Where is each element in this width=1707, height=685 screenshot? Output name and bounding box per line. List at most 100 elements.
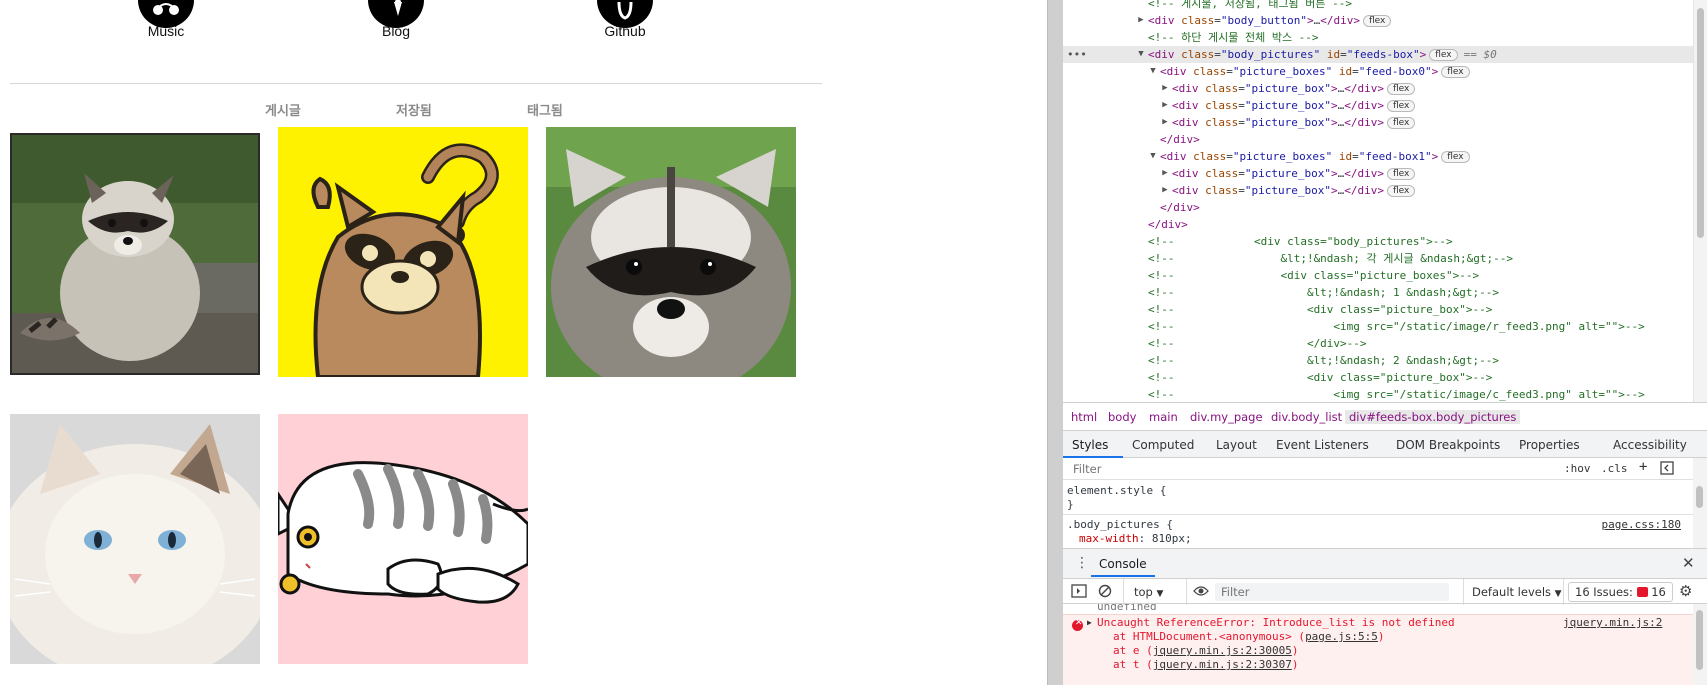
tab-posts[interactable]: 게시글	[265, 100, 301, 119]
picture-box[interactable]	[278, 414, 528, 664]
dom-element-node[interactable]: ▼ <div class="picture_boxes" id="feed-box…	[1063, 148, 1693, 165]
elements-scrollbar[interactable]	[1693, 0, 1707, 402]
clear-console-icon[interactable]	[1098, 584, 1112, 601]
dom-comment-node[interactable]: <!-- &lt;!&ndash; 2 &ndash;&gt;-->	[1063, 352, 1693, 369]
dom-comment-node[interactable]: <!-- 게시물, 저장됨, 태그됨 버튼 -->	[1063, 0, 1693, 12]
console-scrollbar[interactable]	[1693, 604, 1707, 685]
live-expression-eye-icon[interactable]	[1193, 585, 1209, 600]
flex-badge[interactable]: flex	[1429, 49, 1458, 61]
stack-frame-link[interactable]: jquery.min.js:2:30307	[1153, 658, 1292, 671]
dom-comment-node[interactable]: <!-- <div class="picture_box">-->	[1063, 301, 1693, 318]
expand-triangle-icon[interactable]: ▶	[1160, 80, 1170, 97]
dom-element-node[interactable]: ▼ <div class="picture_boxes" id="feed-box…	[1063, 63, 1693, 80]
expand-triangle-icon[interactable]: ▶	[1136, 12, 1146, 29]
breadcrumb-item[interactable]: body	[1108, 410, 1136, 424]
console-filter-input[interactable]	[1215, 583, 1449, 601]
devtools-resize-handle[interactable]	[1047, 0, 1063, 685]
blog-label: Blog	[381, 23, 411, 39]
flex-badge[interactable]: flex	[1441, 151, 1470, 163]
drawer-tab-bar: ⋮ Console ✕	[1063, 548, 1707, 578]
picture-box[interactable]	[10, 414, 260, 664]
dom-comment-node[interactable]: <!-- <div class="body_pictures">-->	[1063, 233, 1693, 250]
tab-computed[interactable]: Computed	[1132, 438, 1194, 452]
dom-closing-tag[interactable]: </div>	[1063, 199, 1693, 216]
dom-comment-node[interactable]: <!-- <img src="/static/image/r_feed3.png…	[1063, 318, 1693, 335]
stack-frame-link[interactable]: jquery.min.js:2:30005	[1153, 644, 1292, 657]
dom-comment-node[interactable]: <!-- <img src="/static/image/c_feed3.png…	[1063, 386, 1693, 402]
stack-frame-link[interactable]: page.js:5:5	[1305, 630, 1378, 643]
collapse-triangle-icon[interactable]: ▼	[1136, 46, 1146, 63]
dom-element-node[interactable]: ••• ▼ <div class="body_pictures" id="feeds…	[1063, 46, 1693, 63]
dom-node-text: <!-- </div>-->	[1148, 337, 1367, 350]
dom-comment-node[interactable]: <!-- &lt;!&ndash; 1 &ndash;&gt;-->	[1063, 284, 1693, 301]
picture-box[interactable]	[278, 127, 528, 377]
show-sidebar-icon[interactable]	[1071, 584, 1087, 601]
tab-dom-breakpoints[interactable]: DOM Breakpoints	[1396, 438, 1500, 452]
add-rule-button[interactable]: +	[1639, 459, 1647, 475]
expand-error-icon[interactable]: ▶	[1087, 618, 1092, 627]
tab-accessibility[interactable]: Accessibility	[1613, 438, 1687, 452]
tab-console[interactable]: Console	[1099, 557, 1147, 571]
dom-comment-node[interactable]: <!-- </div>-->	[1063, 335, 1693, 352]
class-toggle[interactable]: .cls	[1601, 462, 1628, 475]
flex-badge[interactable]: flex	[1386, 168, 1416, 180]
breadcrumb-item[interactable]: html	[1071, 410, 1097, 424]
collapse-triangle-icon[interactable]: ▼	[1148, 63, 1158, 80]
issues-button[interactable]: 16 Issues: 16	[1568, 582, 1673, 602]
rule-source-link[interactable]: page.css:180	[1602, 518, 1681, 531]
hover-state-toggle[interactable]: :hov	[1564, 462, 1591, 475]
devtools-panel: <!-- 게시물, 저장됨, 태그됨 버튼 --> ▶ <div class="bo…	[1063, 0, 1707, 685]
toggle-sidebar-icon[interactable]	[1660, 461, 1674, 478]
flex-badge[interactable]: flex	[1441, 66, 1470, 78]
dom-element-node[interactable]: ▶ <div class="body_button">…</div> flex	[1063, 12, 1693, 29]
picture-box[interactable]	[10, 133, 260, 375]
dom-node-text: <!-- 게시물, 저장됨, 태그됨 버튼 -->	[1148, 0, 1353, 10]
collapse-triangle-icon[interactable]: ▼	[1148, 148, 1158, 165]
breadcrumb-item[interactable]: div.body_list	[1271, 410, 1342, 424]
dom-node-text: </div>	[1160, 133, 1200, 146]
dom-comment-node[interactable]: <!-- &lt;!&ndash; 각 게시글 &ndash;&gt;-->	[1063, 250, 1693, 267]
drawer-menu-icon[interactable]: ⋮	[1075, 556, 1089, 570]
flex-badge[interactable]: flex	[1386, 185, 1416, 197]
rule-declaration[interactable]: max-width: 810px;	[1079, 532, 1192, 545]
expand-triangle-icon[interactable]: ▶	[1160, 114, 1170, 131]
tab-properties[interactable]: Properties	[1519, 438, 1580, 452]
flex-badge[interactable]: flex	[1386, 117, 1416, 129]
expand-triangle-icon[interactable]: ▶	[1160, 182, 1170, 199]
log-levels-dropdown[interactable]: Default levels ▼	[1472, 585, 1562, 599]
dom-closing-tag[interactable]: </div>	[1063, 131, 1693, 148]
tab-styles[interactable]: Styles	[1072, 438, 1108, 452]
node-actions-icon[interactable]: •••	[1067, 46, 1087, 63]
dom-comment-node[interactable]: <!-- <div class="picture_box">-->	[1063, 369, 1693, 386]
styles-scrollbar[interactable]	[1693, 458, 1707, 548]
breadcrumb-item[interactable]: div.my_page	[1190, 410, 1263, 424]
breadcrumb-item[interactable]: main	[1149, 410, 1178, 424]
picture-box[interactable]	[546, 127, 796, 377]
expand-triangle-icon[interactable]: ▶	[1160, 165, 1170, 182]
dom-element-node[interactable]: ▶ <div class="picture_box">…</div> flex	[1063, 97, 1693, 114]
expand-triangle-icon[interactable]: ▶	[1160, 97, 1170, 114]
elements-tree[interactable]: <!-- 게시물, 저장됨, 태그됨 버튼 --> ▶ <div class="bo…	[1063, 0, 1693, 402]
tab-saved[interactable]: 저장됨	[396, 100, 432, 119]
dom-element-node[interactable]: ▶ <div class="picture_box">…</div> flex	[1063, 165, 1693, 182]
console-settings-gear-icon[interactable]: ⚙	[1679, 582, 1692, 600]
tab-event-listeners[interactable]: Event Listeners	[1276, 438, 1369, 452]
dom-element-node[interactable]: ▶ <div class="picture_box">…</div> flex	[1063, 182, 1693, 199]
dom-comment-node[interactable]: <!-- <div class="picture_boxes">-->	[1063, 267, 1693, 284]
error-source-link[interactable]: jquery.min.js:2	[1563, 616, 1662, 629]
dom-element-node[interactable]: ▶ <div class="picture_box">…</div> flex	[1063, 114, 1693, 131]
tab-layout[interactable]: Layout	[1216, 438, 1257, 452]
close-drawer-icon[interactable]: ✕	[1682, 554, 1695, 572]
flex-badge[interactable]: flex	[1386, 83, 1416, 95]
flex-badge[interactable]: flex	[1362, 15, 1392, 27]
dom-comment-node[interactable]: <!-- 하단 게시물 전체 박스 -->	[1063, 29, 1693, 46]
tab-tagged[interactable]: 태그됨	[527, 100, 563, 119]
context-selector[interactable]: top ▼	[1134, 585, 1163, 599]
dom-element-node[interactable]: ▶ <div class="picture_box">…</div> flex	[1063, 80, 1693, 97]
dom-closing-tag[interactable]: </div>	[1063, 216, 1693, 233]
console-error-message[interactable]: ✕ ▶ Uncaught ReferenceError: Introduce_l…	[1063, 614, 1693, 685]
music-label: Music	[147, 23, 185, 39]
breadcrumb-item-active[interactable]: div#feeds-box.body_pictures	[1345, 410, 1521, 424]
flex-badge[interactable]: flex	[1386, 100, 1416, 112]
styles-filter-input[interactable]	[1067, 460, 1549, 478]
